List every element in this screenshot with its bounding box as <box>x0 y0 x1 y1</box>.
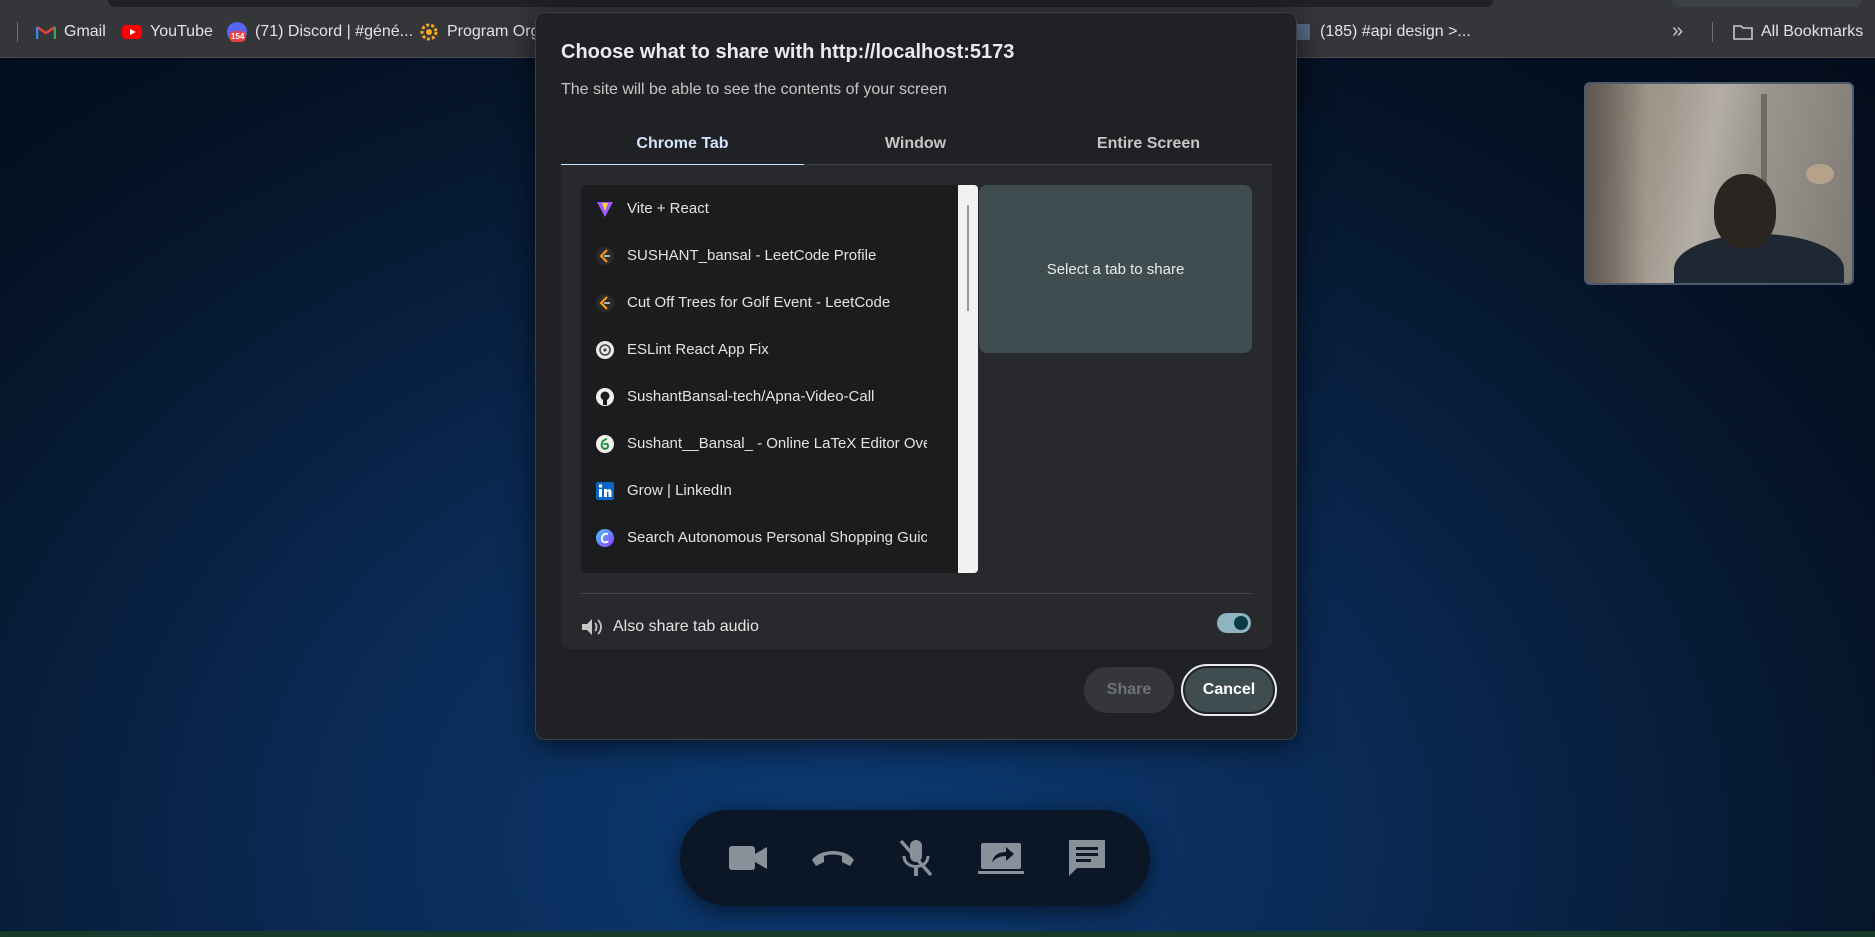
vite-icon <box>595 199 615 219</box>
notification-badge: 154 <box>229 31 247 42</box>
list-item-label: Search Autonomous Personal Shopping Guic <box>627 529 927 546</box>
share-audio-toggle[interactable] <box>1217 613 1251 633</box>
chat-icon <box>1069 840 1105 876</box>
bookmark-program-org[interactable]: Program Org <box>419 19 539 45</box>
list-item-label: Vite + React <box>627 200 709 217</box>
list-item-label: Grow | LinkedIn <box>627 482 732 499</box>
camera-shading <box>1586 84 1646 283</box>
openai-icon <box>595 340 615 360</box>
bookmark-label: (71) Discord | #géné... <box>255 23 414 40</box>
list-item-leetcode-profile[interactable]: SUSHANT_bansal - LeetCode Profile <box>581 232 958 279</box>
bookmark-label: YouTube <box>150 23 213 40</box>
video-camera-icon <box>729 846 767 870</box>
list-item-label: SUSHANT_bansal - LeetCode Profile <box>627 247 877 264</box>
bookmark-gmail[interactable]: Gmail <box>36 19 106 45</box>
call-controls-bar <box>680 810 1150 906</box>
dialog-subtitle: The site will be able to see the content… <box>561 81 947 98</box>
all-bookmarks-button[interactable]: All Bookmarks <box>1733 19 1863 45</box>
scrollbar-thumb[interactable] <box>967 205 969 311</box>
list-item-label: SushantBansal-tech/Apna-Video-Call <box>627 388 875 405</box>
gear-icon <box>419 22 439 42</box>
speaker-icon <box>581 617 603 637</box>
audio-divider <box>581 593 1252 594</box>
gmail-icon <box>36 22 56 42</box>
mic-off-icon <box>899 839 933 877</box>
toggle-knob <box>1234 616 1248 630</box>
tab-label: Chrome Tab <box>636 135 729 152</box>
share-screen-dialog: Choose what to share with http://localho… <box>535 12 1297 740</box>
list-item-label: Cut Off Trees for Golf Event - LeetCode <box>627 294 891 311</box>
camera-background-object <box>1806 164 1834 184</box>
list-item-shopping-guide[interactable]: Search Autonomous Personal Shopping Guic <box>581 514 958 561</box>
bookmark-label: Gmail <box>64 23 106 40</box>
share-preview-area: Select a tab to share <box>979 185 1252 353</box>
cancel-button[interactable]: Cancel <box>1181 664 1277 716</box>
share-audio-label: Also share tab audio <box>613 618 759 635</box>
tab-label: Entire Screen <box>1096 135 1201 152</box>
list-item-vite-react[interactable]: Vite + React <box>581 185 958 232</box>
bookmark-label: Program Org <box>447 23 540 40</box>
tab-label: Window <box>884 135 947 152</box>
bookmark-separator <box>1712 22 1713 42</box>
bookmark-api-design[interactable]: (185) #api design >... <box>1292 19 1471 45</box>
folder-icon <box>1733 22 1753 42</box>
bookmark-youtube[interactable]: YouTube <box>122 19 213 45</box>
copilot-icon <box>595 528 615 548</box>
tab-entire-screen[interactable]: Entire Screen <box>1027 123 1270 165</box>
list-item-overleaf[interactable]: Sushant__Bansal_ - Online LaTeX Editor O… <box>581 420 958 467</box>
share-button[interactable]: Share <box>1084 667 1174 713</box>
address-bar-edge[interactable] <box>108 0 1493 7</box>
list-item-eslint-fix[interactable]: ESLint React App Fix <box>581 326 958 373</box>
youtube-icon <box>122 22 142 42</box>
more-bookmarks-chevron-icon[interactable]: » <box>1672 20 1683 43</box>
discord-icon: 154 <box>227 22 247 42</box>
list-item-label: Sushant__Bansal_ - Online LaTeX Editor O… <box>627 435 927 452</box>
profile-button-edge[interactable] <box>1672 0 1862 7</box>
list-item-leetcode-problem[interactable]: Cut Off Trees for Golf Event - LeetCode <box>581 279 958 326</box>
chrome-tab-list[interactable]: Vite + React SUSHANT_bansal - LeetCode P… <box>581 185 958 573</box>
github-icon <box>595 387 615 407</box>
local-camera-preview <box>1584 82 1854 285</box>
dialog-title: Choose what to share with http://localho… <box>561 41 1015 63</box>
share-panel: Vite + React SUSHANT_bansal - LeetCode P… <box>561 165 1272 649</box>
tab-list-scrollbar[interactable] <box>958 185 978 573</box>
bookmark-separator <box>17 22 18 42</box>
chat-button[interactable] <box>1063 834 1111 882</box>
bottom-strip <box>0 931 1875 937</box>
list-item-label: ESLint React App Fix <box>627 341 769 358</box>
tab-window[interactable]: Window <box>794 123 1037 165</box>
camera-person-head <box>1714 174 1776 248</box>
bookmark-discord[interactable]: 154 (71) Discord | #géné... <box>227 19 413 45</box>
share-source-tabs: Chrome Tab Window Entire Screen <box>561 123 1272 166</box>
share-audio-row: Also share tab audio <box>581 603 1252 651</box>
screen-share-icon <box>978 843 1024 874</box>
list-item-github-repo[interactable]: SushantBansal-tech/Apna-Video-Call <box>581 373 958 420</box>
bookmark-label: All Bookmarks <box>1761 23 1864 40</box>
camera-button[interactable] <box>724 834 772 882</box>
tab-chrome-tab[interactable]: Chrome Tab <box>561 123 804 166</box>
overleaf-icon <box>595 434 615 454</box>
mic-button[interactable] <box>892 834 940 882</box>
list-item-linkedin[interactable]: Grow | LinkedIn <box>581 467 958 514</box>
screen-share-button[interactable] <box>977 834 1025 882</box>
leetcode-icon <box>595 293 615 313</box>
end-call-button[interactable] <box>809 834 857 882</box>
linkedin-icon <box>595 481 615 501</box>
bookmark-label: (185) #api design >... <box>1320 23 1471 40</box>
leetcode-icon <box>595 246 615 266</box>
preview-placeholder-text: Select a tab to share <box>1046 260 1185 278</box>
phone-hangup-icon <box>812 851 854 866</box>
